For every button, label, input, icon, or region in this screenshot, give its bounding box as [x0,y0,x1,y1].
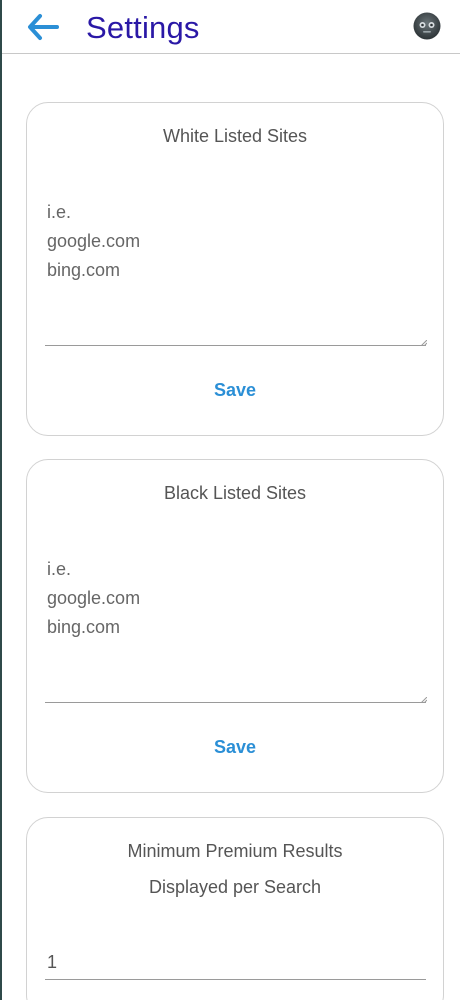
white-list-input[interactable] [45,198,426,346]
black-list-card: Black Listed Sites Save [26,459,444,793]
black-list-save-button[interactable]: Save [27,735,443,759]
premium-results-title-line1: Minimum Premium Results [127,841,343,861]
app-header: Settings [2,0,460,54]
premium-results-input[interactable] [45,946,426,980]
black-list-input[interactable] [45,555,426,703]
white-list-save-button[interactable]: Save [27,378,443,402]
arrow-left-icon [28,14,59,40]
back-button[interactable] [24,8,62,46]
premium-results-title-line2: Displayed per Search [148,877,322,897]
settings-screen: Settings White Listed Sites i.e. google.… [0,0,460,1000]
page-title: Settings [86,10,200,45]
black-list-title: Black Listed Sites [163,483,307,503]
white-list-title: White Listed Sites [162,126,308,146]
resize-grip-icon[interactable] [421,697,427,703]
white-list-card: White Listed Sites Save [26,102,444,436]
robot-avatar-icon [413,12,441,40]
premium-results-card: Minimum Premium Results Displayed per Se… [26,817,444,1000]
user-avatar[interactable] [413,12,441,40]
resize-grip-icon[interactable] [421,340,427,346]
